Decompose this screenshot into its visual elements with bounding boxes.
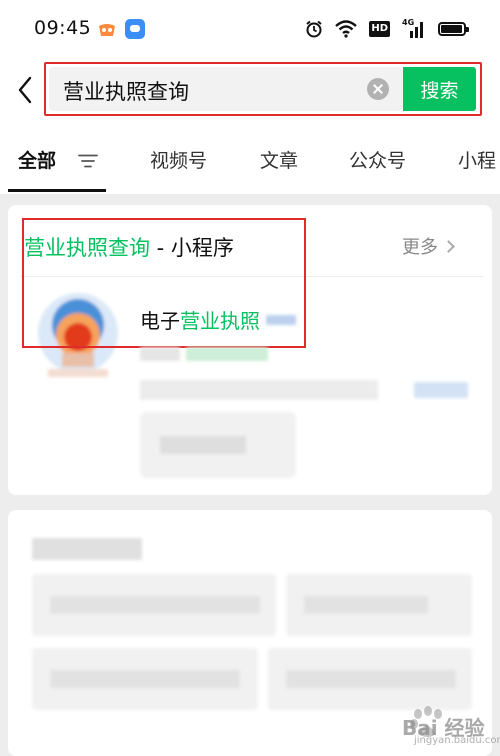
blurred-text <box>140 347 180 361</box>
blurred-text <box>160 436 246 454</box>
clear-icon[interactable] <box>367 78 389 100</box>
message-app-icon <box>125 19 145 39</box>
blurred-text <box>286 670 456 688</box>
more-link[interactable]: 更多 <box>402 233 455 259</box>
more-label: 更多 <box>402 237 438 258</box>
search-button[interactable]: 搜索 <box>403 67 476 111</box>
status-bar: 09:45 HD 4G <box>0 0 500 56</box>
annotation-highlight-box <box>22 218 306 348</box>
blurred-text <box>140 380 378 400</box>
blurred-text <box>50 670 240 688</box>
blurred-text <box>32 538 142 560</box>
tab-articles[interactable]: 文章 <box>260 146 298 173</box>
search-highlight-box: 营业执照查询 搜索 <box>44 62 482 116</box>
search-query-text: 营业执照查询 <box>63 80 189 104</box>
signal-4g-icon: 4G <box>402 18 426 38</box>
back-arrow-icon[interactable] <box>14 75 38 105</box>
search-tabs: 全部 视频号 文章 公众号 小程 <box>0 124 500 194</box>
blurred-text <box>186 347 268 361</box>
status-time: 09:45 <box>34 17 92 39</box>
filter-icon[interactable] <box>78 154 98 168</box>
hd-icon: HD <box>369 21 390 37</box>
search-bar: 营业执照查询 搜索 <box>0 56 500 124</box>
signal-4g-label: 4G <box>402 18 415 27</box>
watermark-sub: jingyan.baidu.com <box>414 735 500 746</box>
battery-icon <box>438 22 469 36</box>
tab-video[interactable]: 视频号 <box>150 146 207 173</box>
tab-official-accounts[interactable]: 公众号 <box>349 146 406 173</box>
tab-active-indicator <box>8 189 106 192</box>
search-input[interactable]: 营业执照查询 <box>49 67 403 111</box>
tab-mini-programs[interactable]: 小程 <box>458 146 496 173</box>
blurred-text <box>50 596 260 614</box>
wifi-icon <box>335 20 358 38</box>
system-icons: HD 4G <box>305 18 469 40</box>
blurred-text <box>414 382 468 398</box>
tab-all[interactable]: 全部 <box>18 146 56 173</box>
alarm-icon <box>306 20 322 38</box>
chevron-right-icon <box>442 240 455 253</box>
game-app-icon <box>99 24 115 36</box>
blurred-text <box>304 596 428 614</box>
